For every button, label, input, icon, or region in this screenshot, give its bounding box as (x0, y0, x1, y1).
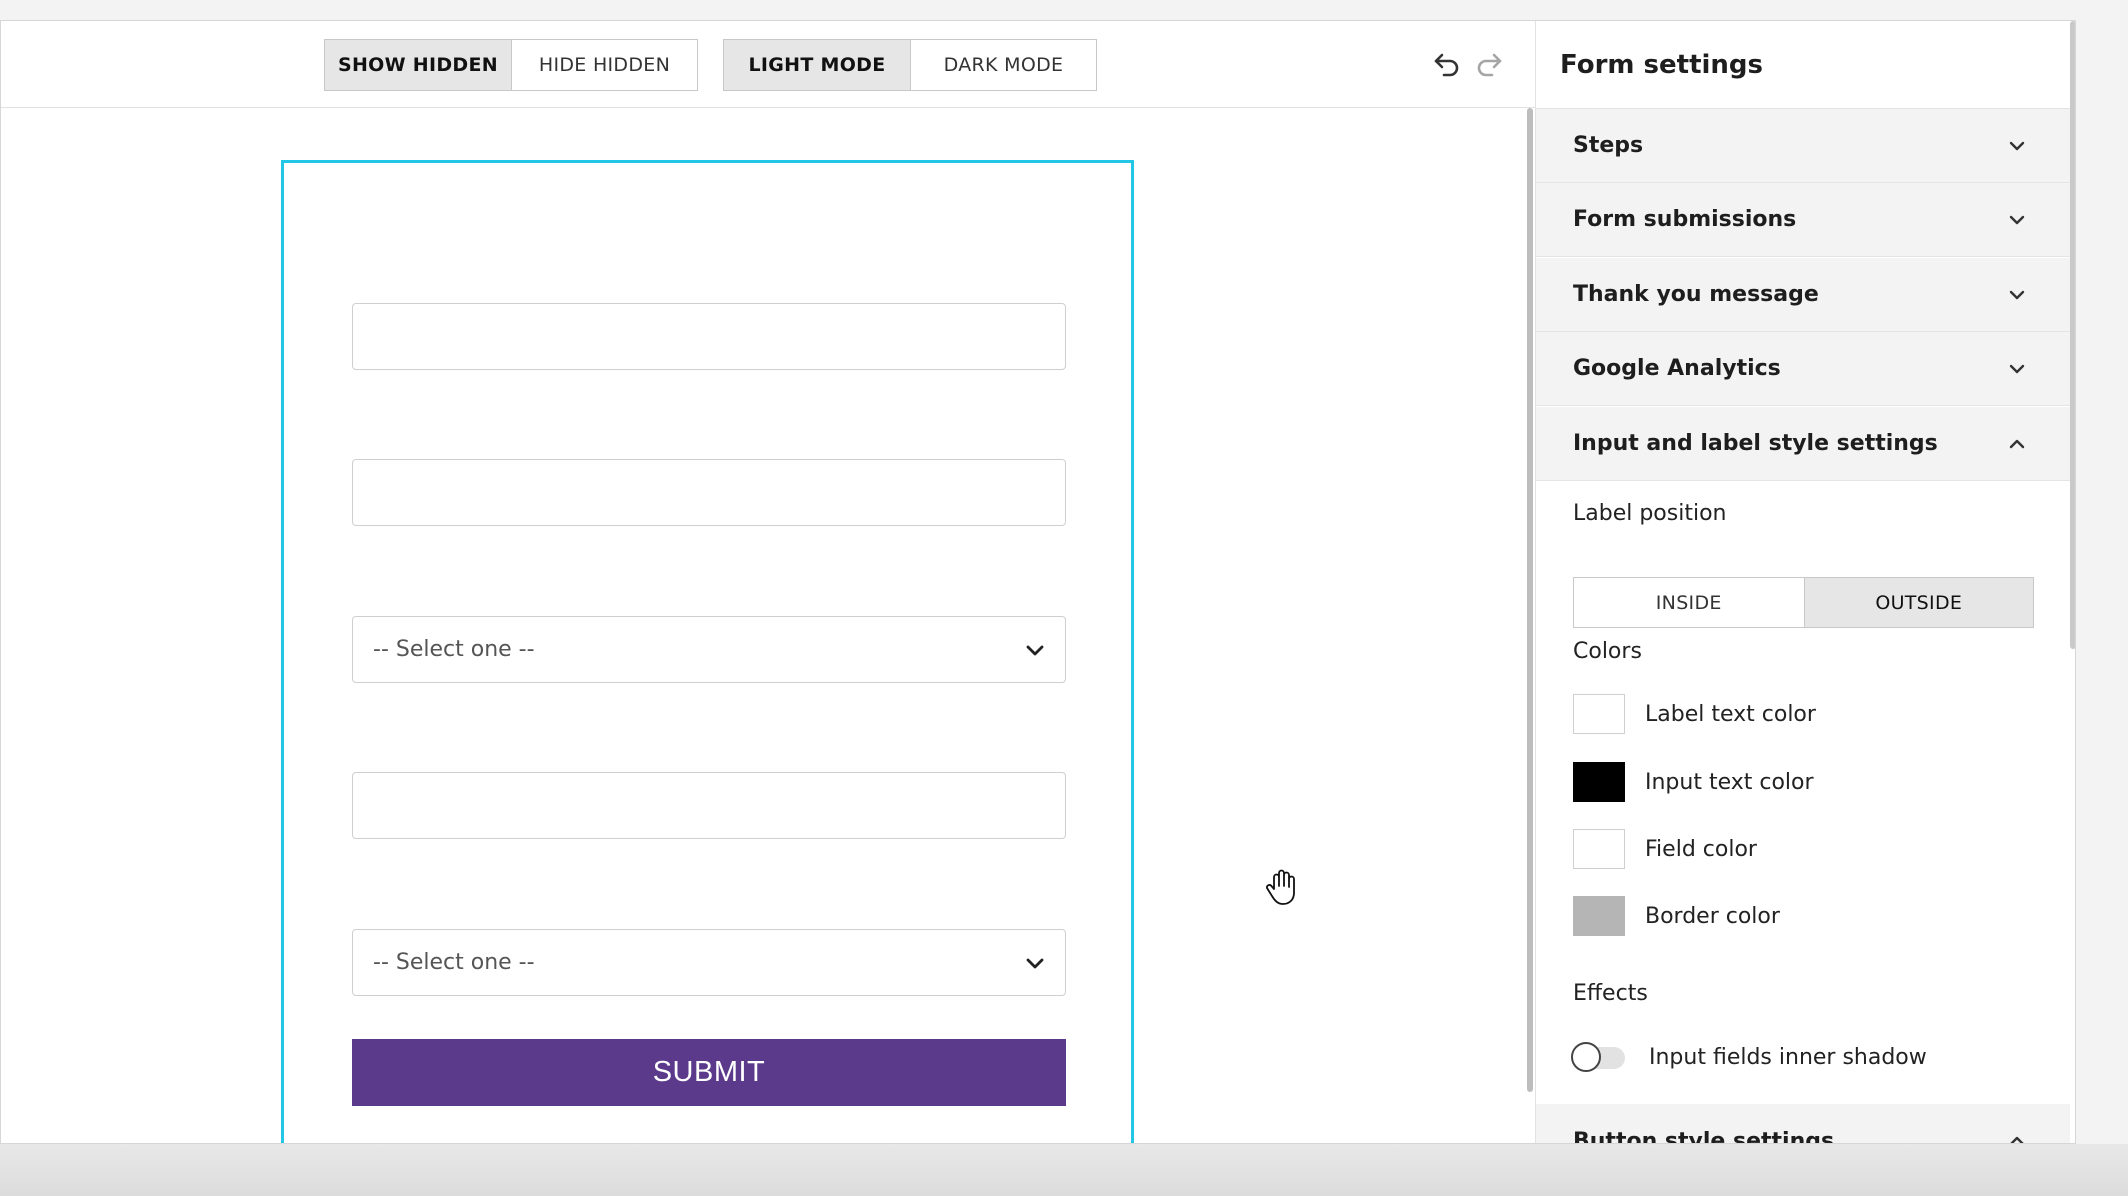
accordion-input-label-style[interactable]: Input and label style settings (1536, 407, 2070, 481)
color-swatch[interactable] (1573, 762, 1625, 802)
chevron-up-icon (2010, 1136, 2024, 1143)
accordion-thank-you-message[interactable]: Thank you message (1536, 258, 2070, 332)
chevron-down-icon (2009, 290, 2025, 300)
accordion-button-style[interactable]: Button style settings (1536, 1104, 2070, 1144)
chevron-down-icon (2009, 141, 2025, 151)
form-settings-panel: Form settings Steps Form submissions Tha… (1535, 21, 2075, 1144)
show-hidden-button[interactable]: SHOW HIDDEN (325, 40, 511, 90)
color-swatch[interactable] (1573, 829, 1625, 869)
accordion-label: Input and label style settings (1573, 431, 1938, 456)
chevron-down-icon (2009, 215, 2025, 225)
hand-cursor-icon (1266, 869, 1295, 905)
color-label: Field color (1645, 836, 1757, 862)
text-field-2[interactable] (352, 459, 1066, 526)
mode-toggle-group: LIGHT MODE DARK MODE (723, 39, 1097, 91)
chevron-down-icon (2009, 364, 2025, 374)
text-field-3[interactable] (352, 772, 1066, 839)
hide-hidden-button[interactable]: HIDE HIDDEN (511, 40, 697, 90)
panel-scrollbar[interactable] (2070, 21, 2075, 649)
label-position-heading: Label position (1573, 501, 1727, 526)
app-window: SHOW HIDDEN HIDE HIDDEN LIGHT MODE DARK … (0, 20, 2076, 1144)
undo-icon[interactable] (1431, 49, 1463, 85)
color-swatch[interactable] (1573, 896, 1625, 936)
panel-title: Form settings (1560, 49, 1764, 80)
text-field-1[interactable] (352, 303, 1066, 370)
color-label: Border color (1645, 903, 1780, 929)
form-editor-canvas: SHOW HIDDEN HIDE HIDDEN LIGHT MODE DARK … (1, 21, 1535, 1143)
chevron-down-icon (1026, 958, 1044, 969)
chevron-up-icon (2009, 439, 2025, 449)
accordion-label: Button style settings (1573, 1128, 1835, 1144)
color-swatch[interactable] (1573, 694, 1625, 734)
light-mode-button[interactable]: LIGHT MODE (724, 40, 910, 90)
accordion-label: Form submissions (1573, 207, 1797, 232)
dark-mode-button[interactable]: DARK MODE (910, 40, 1096, 90)
inner-shadow-row: Input fields inner shadow (1571, 1041, 1927, 1072)
toggle-label: Input fields inner shadow (1649, 1045, 1927, 1070)
color-label: Input text color (1645, 769, 1814, 795)
select-placeholder: -- Select one -- (373, 950, 535, 975)
label-text-color-row: Label text color (1573, 694, 1816, 734)
select-field-1[interactable]: -- Select one -- (352, 616, 1066, 683)
submit-button[interactable]: SUBMIT (352, 1039, 1066, 1106)
chevron-down-icon (1026, 645, 1044, 656)
input-text-color-row: Input text color (1573, 762, 1814, 802)
inner-shadow-toggle[interactable] (1571, 1041, 1625, 1072)
accordion-form-submissions[interactable]: Form submissions (1536, 183, 2070, 257)
accordion-google-analytics[interactable]: Google Analytics (1536, 332, 2070, 406)
editor-toolbar: SHOW HIDDEN HIDE HIDDEN LIGHT MODE DARK … (1, 21, 1535, 108)
accordion-label: Thank you message (1573, 282, 1819, 307)
label-position-toggle: INSIDE OUTSIDE (1573, 577, 2034, 628)
select-placeholder: -- Select one -- (373, 637, 535, 662)
color-label: Label text color (1645, 701, 1816, 727)
history-controls (1431, 49, 1505, 85)
border-color-row: Border color (1573, 896, 1780, 936)
toggle-knob (1571, 1041, 1601, 1072)
redo-icon[interactable] (1473, 49, 1505, 85)
inside-button[interactable]: INSIDE (1574, 578, 1804, 627)
accordion-label: Google Analytics (1573, 356, 1781, 381)
colors-heading: Colors (1573, 639, 1642, 664)
form-preview[interactable]: -- Select one -- -- Select one -- SUBMIT (281, 160, 1134, 1143)
accordion-label: Steps (1573, 133, 1644, 158)
select-field-2[interactable]: -- Select one -- (352, 929, 1066, 996)
field-color-row: Field color (1573, 829, 1757, 869)
bottom-bar (0, 1144, 2128, 1196)
accordion-steps[interactable]: Steps (1536, 109, 2070, 183)
outside-button[interactable]: OUTSIDE (1803, 578, 2033, 627)
effects-heading: Effects (1573, 981, 1648, 1006)
visibility-toggle-group: SHOW HIDDEN HIDE HIDDEN (324, 39, 698, 91)
canvas-scrollbar[interactable] (1527, 108, 1533, 1092)
